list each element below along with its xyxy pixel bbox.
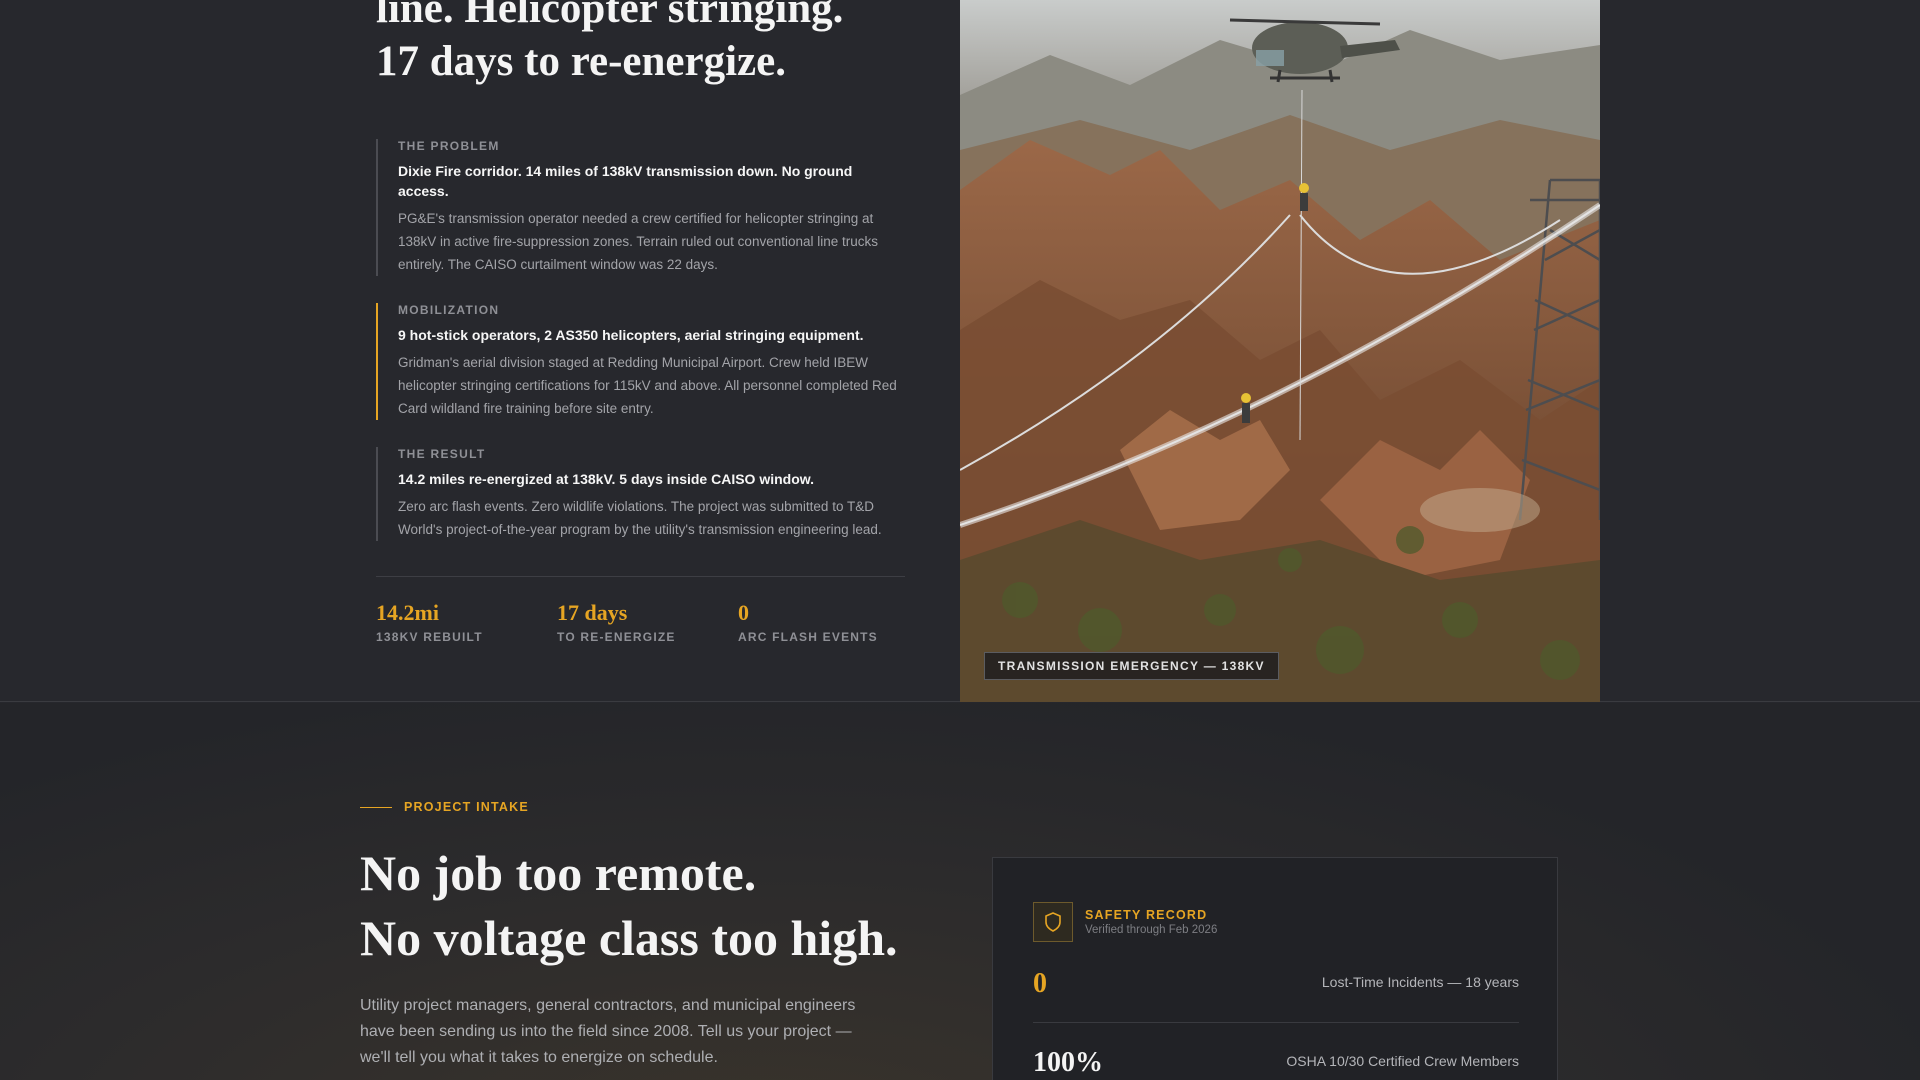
stat-arc-flash: 0 ARC FLASH EVENTS <box>738 600 878 644</box>
project-intake-section: PROJECT INTAKE No job too remote. No vol… <box>0 703 1920 1080</box>
mobilization-body: Gridman's aerial division staged at Redd… <box>398 355 897 416</box>
result-body: Zero arc flash events. Zero wildlife vio… <box>398 499 882 537</box>
mobilization-lead: 9 hot-stick operators, 2 AS350 helicopte… <box>398 327 864 343</box>
safety-card-title: SAFETY RECORD <box>1085 908 1208 922</box>
problem-kicker: THE PROBLEM <box>398 139 500 153</box>
incidents-label: Lost-Time Incidents — 18 years <box>1321 974 1519 990</box>
intake-title-line-2: No voltage class too high. <box>360 910 898 966</box>
result-kicker: THE RESULT <box>398 447 486 461</box>
headline-line-1: line. Helicopter stringing. <box>376 0 844 32</box>
photo-illustration <box>960 0 1600 702</box>
osha-label: OSHA 10/30 Certified Crew Members <box>1286 1053 1519 1069</box>
shield-icon <box>1033 902 1073 942</box>
helicopter-stringing-photo: TRANSMISSION EMERGENCY — 138KV <box>960 0 1600 702</box>
intake-description: Utility project managers, general contra… <box>360 997 856 1066</box>
intake-title: No job too remote. No voltage class too … <box>360 841 960 971</box>
safety-record-card: SAFETY RECORD Verified through Feb 2026 … <box>992 857 1558 1080</box>
incidents-value: 0 <box>1033 968 1047 999</box>
problem-block: THE PROBLEM Dixie Fire corridor. 14 mile… <box>376 139 906 276</box>
stat-miles: 14.2mi 138KV REBUILT <box>376 600 483 644</box>
osha-value: 100% <box>1033 1047 1103 1078</box>
case-study-section: line. Helicopter stringing. 17 days to r… <box>0 0 1920 702</box>
stat-days-value: 17 days <box>557 600 628 625</box>
stat-miles-label: 138KV REBUILT <box>376 630 483 644</box>
eyebrow-text: PROJECT INTAKE <box>404 800 529 814</box>
eyebrow-line <box>360 806 392 808</box>
intake-eyebrow: PROJECT INTAKE <box>360 800 529 814</box>
stat-arc-flash-label: ARC FLASH EVENTS <box>738 630 878 644</box>
stat-days: 17 days TO RE-ENERGIZE <box>557 600 676 644</box>
safety-row-incidents: 0 Lost-Time Incidents — 18 years <box>1033 968 1519 1000</box>
safety-row-divider <box>1033 1022 1519 1023</box>
mobilization-kicker: MOBILIZATION <box>398 303 500 317</box>
safety-card-subtitle: Verified through Feb 2026 <box>1085 924 1218 936</box>
stats-divider <box>376 576 905 577</box>
result-block: THE RESULT 14.2 miles re-energized at 13… <box>376 447 906 541</box>
photo-caption: TRANSMISSION EMERGENCY — 138KV <box>984 652 1279 680</box>
safety-row-osha: 100% OSHA 10/30 Certified Crew Members <box>1033 1047 1519 1079</box>
safety-card-header: SAFETY RECORD Verified through Feb 2026 <box>1033 902 1217 942</box>
stat-miles-value: 14.2mi <box>376 600 439 625</box>
intake-title-line-1: No job too remote. <box>360 845 757 901</box>
problem-lead: Dixie Fire corridor. 14 miles of 138kV t… <box>398 163 853 199</box>
problem-body: PG&E's transmission operator needed a cr… <box>398 211 879 272</box>
case-study-headline: line. Helicopter stringing. 17 days to r… <box>376 0 936 88</box>
mobilization-block: MOBILIZATION 9 hot-stick operators, 2 AS… <box>376 303 906 420</box>
result-lead: 14.2 miles re-energized at 138kV. 5 days… <box>398 471 815 487</box>
headline-line-2: 17 days to re-energize. <box>376 38 786 85</box>
stat-days-label: TO RE-ENERGIZE <box>557 630 676 644</box>
stat-arc-flash-value: 0 <box>738 600 749 625</box>
